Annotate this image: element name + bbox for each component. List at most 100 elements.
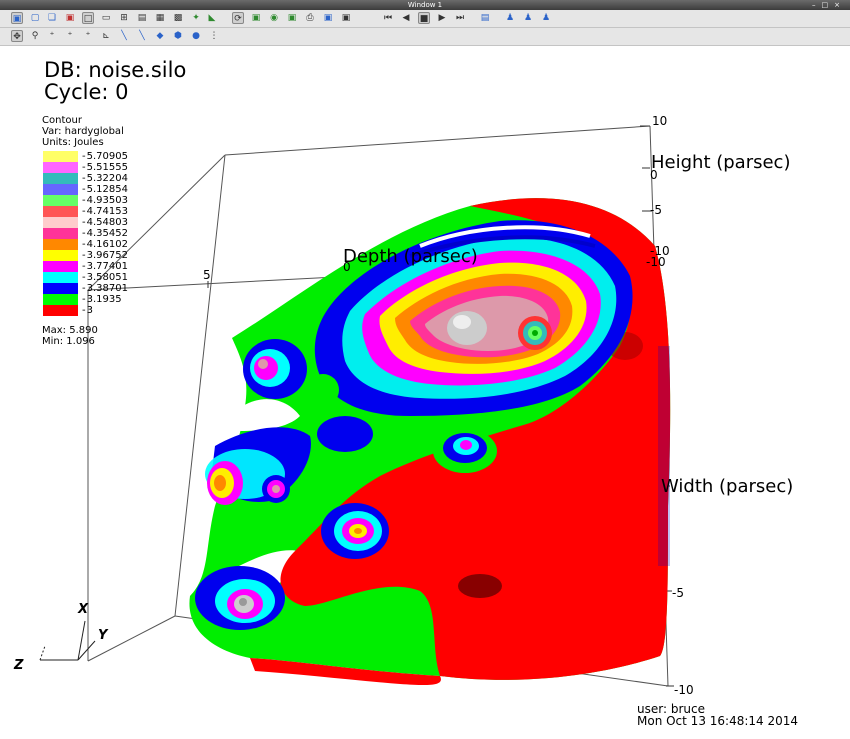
undo-view-icon[interactable]: ▣	[340, 12, 352, 24]
legend-swatch	[43, 261, 78, 272]
active-window-icon[interactable]: ▣	[11, 12, 23, 24]
user-info: user: bruce Mon Oct 13 16:48:14 2014	[637, 703, 798, 727]
plane-tool-icon[interactable]: ◆	[154, 30, 166, 42]
visit-window: Window 1 –□× ▣ ▢ ❏ ▣ □ ▭ ⊞ ▤ ▦ ▩ ✦ ◣ ⟳ ▣ ◉ ▣ ⎙ ▣ ▣ ⏮ ◀ ■ ▶ ⏭ ▤ ♟ ♟…	[0, 0, 850, 739]
camera-icon[interactable]: ◉	[268, 12, 280, 24]
legend-swatch	[43, 206, 78, 217]
database-label: DB: noise.silo	[44, 58, 187, 82]
play-icon[interactable]: ▶	[436, 12, 448, 24]
legend-level-label: 3.1935	[82, 294, 122, 305]
axis-icon[interactable]: ⊾	[100, 30, 112, 42]
recenter-icon[interactable]: ▣	[322, 12, 334, 24]
skip-back-icon[interactable]: ⏮	[382, 12, 394, 24]
navigate-mode-icon[interactable]: ✥	[11, 30, 23, 42]
save-image-icon[interactable]: ▣	[286, 12, 298, 24]
cycle-label: Cycle: 0	[44, 80, 129, 104]
tick-height-0: 0	[650, 168, 658, 182]
window-controls[interactable]: –□×	[812, 0, 846, 10]
legend-level-label: 3	[82, 305, 93, 316]
contour-surface	[189, 198, 671, 686]
legend-swatch	[43, 217, 78, 228]
sphere-tool-icon[interactable]: ●	[190, 30, 202, 42]
lineout-icon[interactable]: ⁺	[82, 30, 94, 42]
render-viewport[interactable]: DB: noise.silo Cycle: 0 Contour Var: har…	[0, 46, 850, 739]
tick-width-m5: -5	[672, 586, 684, 600]
print-icon[interactable]: ⎙	[304, 12, 316, 24]
legend-levels: 5.709055.515555.322045.128544.935034.741…	[42, 151, 182, 316]
legend-level-label: 3.58051	[82, 272, 128, 283]
skip-forward-icon[interactable]: ⏭	[454, 12, 466, 24]
legend-level-label: 5.70905	[82, 151, 128, 162]
add-operator-icon[interactable]: ♟	[522, 12, 534, 24]
legend-level: 5.51555	[42, 162, 182, 173]
legend-level: 4.93503	[42, 195, 182, 206]
spin-mode-icon[interactable]: ⟳	[232, 12, 244, 24]
legend-variable: Var: hardyglobal	[42, 126, 124, 137]
depth-axis-title: Depth (parsec)	[343, 246, 478, 267]
legend-level-label: 4.54803	[82, 217, 128, 228]
maximize-icon[interactable]: □	[822, 1, 835, 9]
zoom-mode-icon[interactable]: ⚲	[29, 30, 41, 42]
layout-2x2-icon[interactable]: ⊞	[118, 12, 130, 24]
legend-swatch	[43, 250, 78, 261]
tick-depth-5: 5	[203, 268, 211, 282]
node-pick-icon[interactable]: ⁺	[64, 30, 76, 42]
legend-max: Max: 5.890	[42, 325, 98, 336]
plot-list-icon[interactable]: ▤	[479, 12, 491, 24]
timestamp: Mon Oct 13 16:48:14 2014	[637, 714, 799, 728]
invert-background-icon[interactable]: ▣	[250, 12, 262, 24]
lineout-2d-icon[interactable]: ╲	[118, 30, 130, 42]
reverse-play-icon[interactable]: ◀	[400, 12, 412, 24]
legend-level: 3.58051	[42, 272, 182, 283]
legend-level: 4.54803	[42, 217, 182, 228]
tick-width-m10: -10	[674, 683, 694, 697]
legend-swatch	[43, 184, 78, 195]
tick-depth-m10: -10	[646, 255, 666, 269]
legend-level-label: 3.77401	[82, 261, 128, 272]
layout-2x3-icon[interactable]: ▦	[154, 12, 166, 24]
main-toolbar: ▣ ▢ ❏ ▣ □ ▭ ⊞ ▤ ▦ ▩ ✦ ◣ ⟳ ▣ ◉ ▣ ⎙ ▣ ▣ ⏮ ◀ ■ ▶ ⏭ ▤ ♟ ♟ ♟	[0, 10, 850, 28]
triad-y-label: Y	[98, 628, 108, 643]
draw-icon[interactable]: ♟	[540, 12, 552, 24]
legend-level: 5.12854	[42, 184, 182, 195]
stop-icon[interactable]: ■	[418, 12, 430, 24]
triad-z-label: Z	[14, 658, 24, 673]
copy-window-icon[interactable]: ❏	[46, 12, 58, 24]
legend-level: 3.38701	[42, 283, 182, 294]
layout-3x3-icon[interactable]: ▩	[172, 12, 184, 24]
legend-level-label: 5.12854	[82, 184, 128, 195]
height-axis-title: Height (parsec)	[651, 152, 791, 173]
legend-level: 4.74153	[42, 206, 182, 217]
legend-min: Min: 1.096	[42, 336, 95, 347]
legend-level-label: 4.74153	[82, 206, 128, 217]
legend-level: 5.32204	[42, 173, 182, 184]
legend-level-label: 5.32204	[82, 173, 128, 184]
legend-swatch	[43, 195, 78, 206]
axis-triad	[39, 620, 96, 661]
legend-level: 3	[42, 305, 182, 316]
render-canvas	[39, 125, 674, 687]
legend-title: Contour	[42, 115, 82, 126]
new-window-icon[interactable]: ▣	[64, 12, 76, 24]
layout-1x3-icon[interactable]: ▤	[136, 12, 148, 24]
more-tools-icon[interactable]: ⋮	[208, 30, 220, 42]
legend-swatch	[43, 239, 78, 250]
legend-swatch	[43, 283, 78, 294]
lock-time-icon[interactable]: ◣	[206, 12, 218, 24]
legend-level: 4.16102	[42, 239, 182, 250]
lock-view-icon[interactable]: ✦	[190, 12, 202, 24]
box-tool-icon[interactable]: ⬢	[172, 30, 184, 42]
title-bar[interactable]: Window 1 –□×	[0, 0, 850, 10]
layout-1x2-icon[interactable]: ▭	[100, 12, 112, 24]
window-title: Window 1	[407, 1, 443, 9]
line-tool-icon[interactable]: ╲	[136, 30, 148, 42]
zone-pick-icon[interactable]: ⁺	[46, 30, 58, 42]
legend-level: 3.96752	[42, 250, 182, 261]
legend-level: 3.77401	[42, 261, 182, 272]
minimize-icon[interactable]: –	[812, 1, 822, 9]
delete-window-icon[interactable]: □	[82, 12, 94, 24]
legend-level-label: 4.93503	[82, 195, 128, 206]
clear-window-icon[interactable]: ▢	[29, 12, 41, 24]
close-icon[interactable]: ×	[834, 1, 846, 9]
add-plot-icon[interactable]: ♟	[504, 12, 516, 24]
